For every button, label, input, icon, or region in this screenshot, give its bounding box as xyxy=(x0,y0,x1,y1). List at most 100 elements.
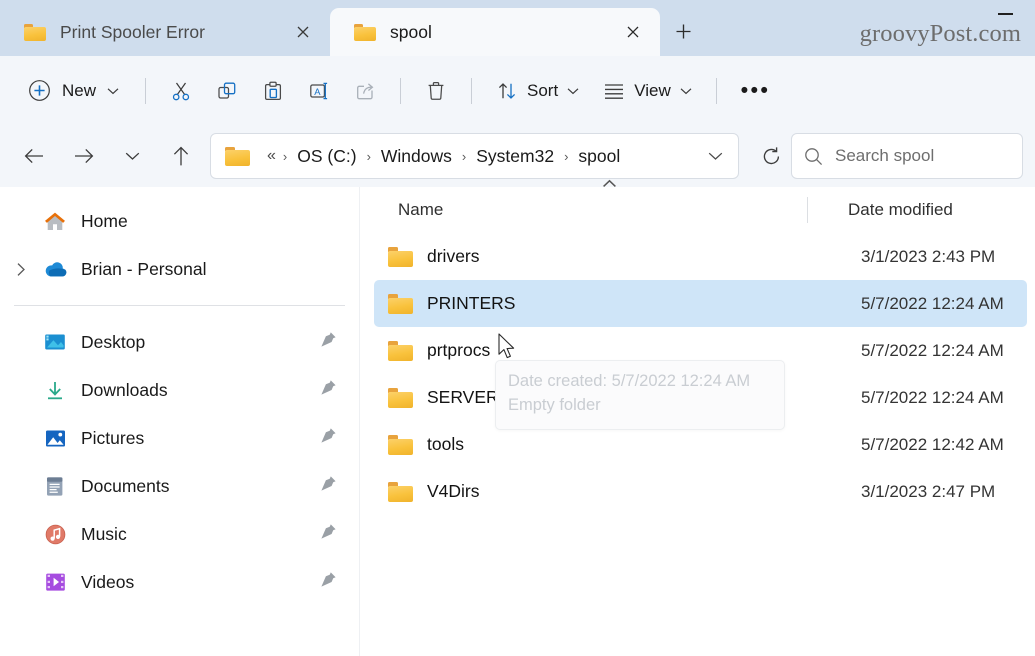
search-input[interactable]: Search spool xyxy=(835,146,934,166)
pin-icon[interactable] xyxy=(320,379,337,401)
toolbar-separator xyxy=(471,77,473,104)
toolbar-separator xyxy=(145,77,147,104)
breadcrumb-bar[interactable]: « › OS (C:) › Windows › System32 › spool xyxy=(210,133,739,179)
command-bar: New A Sort View ••• xyxy=(0,56,1035,125)
desktop-icon xyxy=(42,330,68,354)
up-button[interactable] xyxy=(161,137,201,175)
pin-icon[interactable] xyxy=(320,571,337,593)
folder-icon xyxy=(388,435,413,455)
share-button[interactable] xyxy=(343,71,387,111)
sidebar-item-desktop[interactable]: Desktop xyxy=(0,318,359,366)
chevron-down-icon xyxy=(107,87,119,95)
breadcrumb-separator: › xyxy=(564,148,569,164)
back-button[interactable] xyxy=(14,137,54,175)
recent-locations-button[interactable] xyxy=(112,137,152,175)
view-button[interactable]: View xyxy=(592,71,703,111)
column-divider[interactable] xyxy=(807,197,808,223)
sidebar-item-home[interactable]: Home xyxy=(0,197,359,245)
folder-icon xyxy=(388,341,413,361)
tab-label: Print Spooler Error xyxy=(60,21,205,42)
share-icon xyxy=(354,80,376,102)
sort-button[interactable]: Sort xyxy=(485,71,590,111)
title-bar: Print Spooler Error spool groovyPost.com xyxy=(0,0,1035,56)
documents-icon xyxy=(42,474,68,498)
file-date-modified: 5/7/2022 12:24 AM xyxy=(861,293,1004,313)
tab-label: spool xyxy=(390,21,432,42)
sidebar-item-music[interactable]: Music xyxy=(0,510,359,558)
copy-button[interactable] xyxy=(205,71,249,111)
breadcrumb-separator: › xyxy=(282,148,288,164)
file-date-modified: 5/7/2022 12:24 AM xyxy=(861,387,1004,407)
breadcrumb-item-system32[interactable]: System32 xyxy=(468,142,562,171)
minimize-button[interactable] xyxy=(983,2,1027,26)
breadcrumb-overflow[interactable]: « xyxy=(262,143,281,169)
close-icon[interactable] xyxy=(290,19,316,45)
home-icon xyxy=(42,209,68,233)
sidebar-item-label: Home xyxy=(81,210,128,231)
column-headers: Name Date modified xyxy=(360,179,1035,233)
breadcrumb-item-os-c[interactable]: OS (C:) xyxy=(289,142,364,171)
new-tab-button[interactable] xyxy=(660,8,706,54)
rename-button[interactable]: A xyxy=(297,71,341,111)
breadcrumb-item-spool[interactable]: spool xyxy=(570,142,628,171)
minimize-icon xyxy=(997,13,1013,15)
file-date-modified: 3/1/2023 2:47 PM xyxy=(861,481,996,501)
pin-icon[interactable] xyxy=(320,475,337,497)
chevron-down-icon[interactable] xyxy=(698,139,732,173)
tooltip-folder-status: Empty folder xyxy=(508,395,601,414)
sidebar-item-label: Downloads xyxy=(81,379,168,400)
cut-button[interactable] xyxy=(159,71,203,111)
paste-icon xyxy=(262,80,284,102)
music-icon xyxy=(42,522,68,546)
toolbar-separator xyxy=(400,77,402,104)
pin-icon[interactable] xyxy=(320,427,337,449)
folder-tooltip: Date created: 5/7/2022 12:24 AM Empty fo… xyxy=(495,360,785,430)
paste-button[interactable] xyxy=(251,71,295,111)
table-row[interactable]: V4Dirs 3/1/2023 2:47 PM xyxy=(374,468,1027,515)
new-button[interactable]: New xyxy=(18,71,132,111)
folder-icon xyxy=(388,247,413,267)
file-name: V4Dirs xyxy=(427,481,480,501)
search-box[interactable]: Search spool xyxy=(791,133,1023,179)
sort-ascending-icon xyxy=(602,175,617,193)
breadcrumb: « › OS (C:) › Windows › System32 › spool xyxy=(262,142,698,171)
chevron-down-icon xyxy=(567,87,579,95)
delete-button[interactable] xyxy=(414,71,458,111)
sidebar-item-brian-personal[interactable]: Brian - Personal xyxy=(0,245,359,293)
chevron-right-icon[interactable] xyxy=(8,256,34,282)
chevron-down-icon xyxy=(680,87,692,95)
close-icon[interactable] xyxy=(620,19,646,45)
lines-icon xyxy=(603,82,625,100)
column-header-name[interactable]: Name xyxy=(398,200,823,220)
toolbar-separator xyxy=(715,77,717,104)
table-row[interactable]: PRINTERS 5/7/2022 12:24 AM xyxy=(374,280,1027,327)
tab-spool[interactable]: spool xyxy=(330,8,660,56)
tooltip-date-created: Date created: 5/7/2022 12:24 AM xyxy=(508,372,751,390)
folder-icon xyxy=(24,23,46,41)
table-row[interactable]: drivers 3/1/2023 2:43 PM xyxy=(374,233,1027,280)
sort-button-label: Sort xyxy=(527,80,559,100)
rename-icon: A xyxy=(308,80,330,102)
sidebar-item-pictures[interactable]: Pictures xyxy=(0,414,359,462)
scissors-icon xyxy=(170,80,192,102)
pin-icon[interactable] xyxy=(320,331,337,353)
tab-print-spooler-error[interactable]: Print Spooler Error xyxy=(0,8,330,56)
trash-icon xyxy=(425,80,447,102)
file-date-modified: 5/7/2022 12:42 AM xyxy=(861,434,1004,454)
sidebar-item-downloads[interactable]: Downloads xyxy=(0,366,359,414)
ellipsis-icon: ••• xyxy=(740,79,771,102)
view-button-label: View xyxy=(634,80,671,100)
column-header-date-modified[interactable]: Date modified xyxy=(823,200,1035,220)
plus-circle-icon xyxy=(28,79,51,102)
sidebar-item-videos[interactable]: Videos xyxy=(0,558,359,606)
downloads-icon xyxy=(42,378,68,402)
tab-strip: Print Spooler Error spool xyxy=(0,0,706,56)
refresh-button[interactable] xyxy=(751,136,791,176)
forward-button[interactable] xyxy=(63,137,103,175)
see-more-button[interactable]: ••• xyxy=(730,71,782,111)
sidebar-item-label: Music xyxy=(81,523,127,544)
pin-icon[interactable] xyxy=(320,523,337,545)
breadcrumb-item-windows[interactable]: Windows xyxy=(373,142,460,171)
sidebar-item-documents[interactable]: Documents xyxy=(0,462,359,510)
videos-icon xyxy=(42,570,68,594)
